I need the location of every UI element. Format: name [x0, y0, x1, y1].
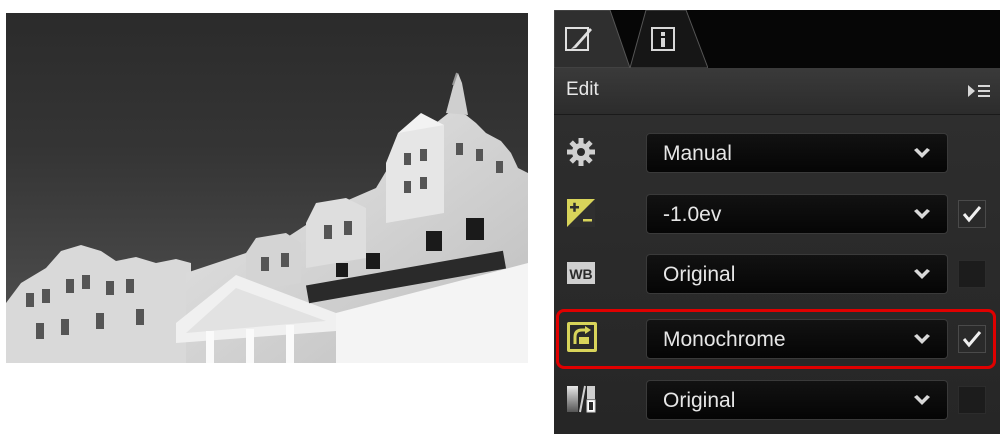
tab-edit[interactable] [554, 10, 632, 68]
d-lighting-checkbox[interactable] [958, 386, 986, 414]
dropdown-value: Monochrome [663, 328, 786, 351]
row-white-balance: WB Original [554, 244, 1000, 304]
panel-menu-icon[interactable] [966, 80, 992, 102]
exposure-compensation-icon [566, 198, 596, 228]
building-photo-graphic [6, 72, 528, 363]
row-exposure: -1.0ev [554, 184, 1000, 244]
tab-info[interactable] [630, 10, 708, 68]
row-settings: Manual [554, 123, 1000, 183]
white-balance-checkbox[interactable] [958, 260, 986, 288]
chevron-down-icon [914, 209, 930, 219]
checkmark-icon [962, 206, 982, 223]
row-d-lighting: Original [554, 370, 1000, 430]
monochrome-photo-preview [6, 13, 528, 363]
exposure-checkbox[interactable] [958, 200, 986, 228]
info-icon [648, 24, 678, 54]
chevron-down-icon [914, 148, 930, 158]
dropdown-value: Original [663, 389, 736, 412]
svg-text:WB: WB [569, 266, 592, 282]
chevron-down-icon [914, 395, 930, 405]
chevron-down-icon [914, 334, 930, 344]
chevron-down-icon [914, 269, 930, 279]
row-picture-control: Monochrome [554, 304, 1000, 369]
d-lighting-dropdown[interactable]: Original [646, 380, 948, 420]
picture-control-icon [566, 321, 597, 352]
picture-control-dropdown[interactable]: Monochrome [646, 319, 948, 359]
brush-edit-icon [564, 24, 594, 54]
settings-dropdown[interactable]: Manual [646, 133, 948, 173]
picture-control-checkbox[interactable] [958, 325, 986, 353]
dropdown-value: -1.0ev [663, 203, 722, 226]
edit-panel: Edit Manual -1.0ev WB Original Monochrom… [554, 10, 1000, 434]
checkmark-icon [962, 331, 982, 348]
exposure-dropdown[interactable]: -1.0ev [646, 194, 948, 234]
panel-tab-bar [554, 10, 1000, 68]
white-balance-icon: WB [566, 258, 596, 288]
gear-icon [566, 137, 596, 167]
active-d-lighting-icon [566, 384, 596, 414]
panel-body: Edit Manual -1.0ev WB Original Monochrom… [554, 68, 1000, 434]
dropdown-value: Manual [663, 142, 732, 165]
white-balance-dropdown[interactable]: Original [646, 254, 948, 294]
edit-header: Edit [554, 68, 1000, 115]
dropdown-value: Original [663, 263, 736, 286]
panel-title: Edit [566, 79, 599, 100]
